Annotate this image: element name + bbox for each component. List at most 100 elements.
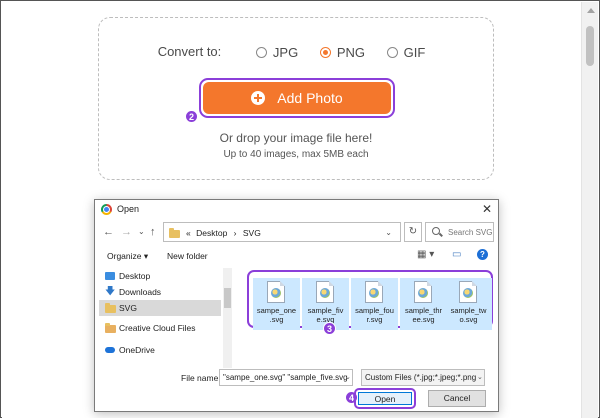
forward-arrow-icon[interactable]: → (121, 226, 132, 238)
step-badge-3: 3 (323, 322, 336, 335)
organize-button[interactable]: Organize ▾ (107, 251, 148, 262)
drop-hint-text: Or drop your image file here! (219, 131, 373, 145)
radio-jpg-dot[interactable] (255, 47, 267, 59)
path-overflow[interactable]: « (186, 228, 191, 238)
file-item-sample-two[interactable]: sample_tw o.svg (445, 278, 492, 330)
svg-file-icon (414, 281, 432, 303)
onedrive-icon (105, 347, 115, 353)
sidebar-item-label: OneDrive (119, 345, 155, 355)
radio-jpg[interactable]: JPG (255, 45, 298, 60)
svg-file-icon (459, 281, 477, 303)
add-photo-highlight: Add Photo (199, 78, 395, 118)
address-bar[interactable]: « Desktop › SVG ⌄ (163, 222, 401, 242)
folder-icon (169, 228, 180, 238)
sidebar-item-label: Desktop (119, 271, 151, 281)
sidebar-item-desktop[interactable]: Desktop (99, 268, 221, 284)
organize-label: Organize (107, 251, 142, 261)
sidebar-item-label: Downloads (119, 287, 162, 297)
navigation-pane: Desktop 🡇 Downloads SVG Creative Cloud F… (99, 268, 232, 368)
file-name-line1: sample_fou (355, 306, 394, 315)
file-type-select[interactable]: Custom Files (*.jpg;*.jpeg;*.png (361, 369, 485, 386)
file-name-row: File name: "sampe_one.svg" "sample_five.… (95, 368, 498, 388)
svg-file-icon (316, 281, 334, 303)
file-name-dropdown-chevron-icon[interactable]: ⌄ (345, 373, 351, 381)
dialog-buttons: 4 Open Cancel (95, 388, 498, 409)
cancel-button[interactable]: Cancel (428, 390, 486, 407)
scroll-up-arrow-icon[interactable] (587, 8, 595, 13)
view-options-icon[interactable]: ▦ ▾ (417, 249, 434, 260)
file-item-sample-four[interactable]: sample_fou r.svg (351, 278, 398, 330)
upload-dropzone[interactable]: Convert to: JPG PNG GIF Add Photo 2 Or d… (98, 17, 494, 180)
open-file-dialog: Open ✕ ← → ⌄ ↑ « Desktop › SVG ⌄ ↻ Searc (94, 199, 499, 412)
add-photo-button[interactable]: Add Photo (203, 82, 391, 114)
file-name-label: File name: (181, 373, 221, 383)
page-scrollbar[interactable] (581, 2, 598, 418)
dialog-titlebar: Open ✕ (95, 200, 498, 219)
scrollbar-thumb[interactable] (586, 26, 594, 66)
file-name-line2: o.svg (459, 315, 478, 324)
radio-gif-dot[interactable] (386, 47, 398, 59)
sidebar-scrollbar-thumb[interactable] (224, 288, 231, 308)
search-input[interactable]: Search SVG (425, 222, 494, 242)
radio-png-label: PNG (336, 45, 365, 61)
path-desktop[interactable]: Desktop (196, 228, 227, 238)
path-svg[interactable]: SVG (243, 228, 261, 238)
up-arrow-icon[interactable]: ↑ (150, 226, 156, 238)
file-name: sample_thr ee.svg (400, 306, 447, 324)
chrome-icon (101, 204, 112, 215)
download-icon: 🡇 (105, 286, 116, 297)
upload-limit-text: Up to 40 images, max 5MB each (223, 149, 369, 160)
preview-pane-icon[interactable]: ▭ (452, 249, 461, 260)
desktop-icon (105, 272, 115, 280)
sidebar-item-svg[interactable]: SVG (99, 300, 221, 316)
sidebar-scrollbar[interactable] (223, 268, 232, 368)
selected-files-highlight: sampe_one .svg sample_fiv e.svg sample_fou… (247, 270, 493, 330)
file-name-line2: r.svg (366, 315, 383, 324)
file-thumbnail (369, 288, 379, 298)
dialog-title: Open (117, 204, 140, 214)
file-thumbnail (320, 288, 330, 298)
radio-png[interactable]: PNG (319, 45, 365, 61)
sidebar-item-creative-cloud[interactable]: Creative Cloud Files (99, 320, 221, 336)
plus-circle-icon (251, 91, 266, 105)
file-name: sample_fiv e.svg (302, 306, 349, 324)
address-dropdown-chevron-icon[interactable]: ⌄ (385, 228, 392, 237)
screenshot-frame: Convert to: JPG PNG GIF Add Photo 2 Or d… (0, 0, 600, 418)
convert-to-label: Convert to: (157, 44, 222, 59)
file-name-line2: ee.svg (412, 315, 435, 324)
help-icon[interactable]: ? (477, 249, 488, 260)
recent-locations-chevron-icon[interactable]: ⌄ (138, 227, 145, 236)
file-type-dropdown-chevron-icon[interactable]: ⌄ (477, 373, 483, 381)
sidebar-item-onedrive[interactable]: OneDrive (99, 342, 221, 358)
file-thumbnail (418, 288, 428, 298)
file-name-line1: sample_tw (450, 306, 487, 315)
sidebar-item-downloads[interactable]: 🡇 Downloads (99, 284, 221, 300)
file-item-sampe-one[interactable]: sampe_one .svg (253, 278, 300, 330)
path-separator: › (233, 228, 237, 238)
radio-png-dot[interactable] (319, 47, 331, 59)
folder-icon (105, 303, 116, 313)
file-name-input[interactable]: "sampe_one.svg" "sample_five.svg (219, 369, 353, 386)
refresh-button[interactable]: ↻ (404, 222, 422, 242)
file-name: sample_fou r.svg (351, 306, 398, 324)
file-name: sample_tw o.svg (445, 306, 492, 324)
step-badge-2: 2 (185, 110, 198, 123)
open-button[interactable]: Open (358, 392, 412, 405)
refresh-icon: ↻ (408, 226, 418, 237)
close-icon[interactable]: ✕ (482, 202, 492, 216)
file-name-line1: sample_fiv (307, 306, 344, 315)
file-thumbnail (463, 288, 473, 298)
file-item-sample-three[interactable]: sample_thr ee.svg (400, 278, 447, 330)
back-arrow-icon[interactable]: ← (103, 226, 114, 238)
file-list: sampe_one .svg sample_fiv e.svg sample_fou… (233, 268, 493, 363)
creative-cloud-icon (105, 323, 116, 333)
radio-gif[interactable]: GIF (386, 45, 425, 60)
file-name-line1: sampe_one (256, 306, 297, 315)
convert-format-row: Convert to: JPG PNG GIF (99, 44, 493, 60)
file-name-line2: .svg (269, 315, 284, 324)
sidebar-item-label: SVG (119, 303, 137, 313)
new-folder-button[interactable]: New folder (167, 251, 208, 261)
address-path: « Desktop › SVG (186, 228, 261, 238)
svg-file-icon (365, 281, 383, 303)
dialog-toolbar: Organize ▾ New folder ▦ ▾ ▭ ? (95, 247, 498, 265)
